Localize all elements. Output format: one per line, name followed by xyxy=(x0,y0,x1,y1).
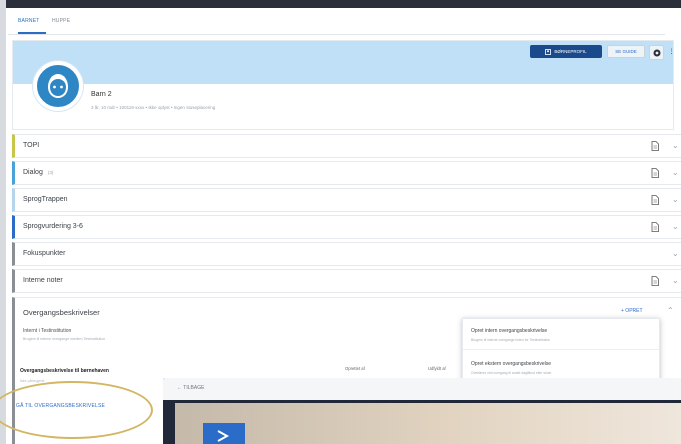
subsection-description: Brugers til interne overgange imellem Te… xyxy=(23,337,106,341)
boerneprofil-button[interactable]: BØRNEPROFIL xyxy=(530,45,602,58)
help-icon[interactable] xyxy=(649,45,664,60)
section-label: Dialog xyxy=(23,169,43,176)
back-button[interactable]: ← TILBAGE xyxy=(177,385,204,391)
section-fokuspunkter[interactable]: Fokuspunkter ⌄ xyxy=(12,242,681,266)
menu-item-ekstern-description: Overføres ved overgang til andet dagtilb… xyxy=(471,371,552,375)
document-icon[interactable] xyxy=(651,276,659,286)
active-tab-indicator xyxy=(18,32,46,34)
boerneprofil-label: BØRNEPROFIL xyxy=(554,49,587,54)
menu-divider xyxy=(463,349,659,350)
more-menu-icon[interactable]: ⋮ xyxy=(665,45,678,58)
chevron-down-icon[interactable]: ⌄ xyxy=(672,222,679,231)
child-name: Barn 2 xyxy=(91,91,112,98)
section-dialog[interactable]: Dialog (3) ⌄ xyxy=(12,161,681,185)
child-avatar-icon xyxy=(48,74,68,98)
video-thumbnail xyxy=(175,403,681,444)
chevron-down-icon[interactable]: ⌄ xyxy=(672,141,679,150)
section-topi[interactable]: TOPI ⌄ xyxy=(12,134,681,158)
section-label: Fokuspunkter xyxy=(23,250,66,257)
section-label: TOPI xyxy=(23,142,40,149)
child-header-card: BØRNEPROFIL SE GUIDE ⋮ Barn 2 3 år, 10 m… xyxy=(12,40,675,130)
column-header-oprettet: Oprettet af xyxy=(345,366,365,371)
child-meta: 3 år, 10 mdr • 100119-xxxx • Ikke oplyst… xyxy=(91,105,216,110)
document-icon[interactable] xyxy=(651,195,659,205)
subsection-title: Internt i Testinstitution xyxy=(23,328,72,334)
chevron-down-icon[interactable]: ⌄ xyxy=(672,168,679,177)
section-label: Sprogvurdering 3-6 xyxy=(23,223,83,230)
section-sprogvurdering[interactable]: Sprogvurdering 3-6 ⌄ xyxy=(12,215,681,239)
play-button[interactable] xyxy=(203,423,245,444)
column-header-udfyldt: Udfyldt af xyxy=(428,366,446,371)
opret-button[interactable]: + OPRET xyxy=(621,308,643,314)
section-interne-noter[interactable]: Interne noter ⌄ xyxy=(12,269,681,293)
chevron-down-icon[interactable]: ⌄ xyxy=(672,195,679,204)
video-overlay: ← TILBAGE xyxy=(163,378,681,444)
section-label: Interne noter xyxy=(23,277,63,284)
document-icon[interactable] xyxy=(651,168,659,178)
profile-icon xyxy=(545,48,552,55)
menu-item-intern-description: Brugers til interne overgange inden for … xyxy=(471,338,551,342)
avatar xyxy=(33,61,83,111)
tab-huppe[interactable]: HUPPE xyxy=(52,18,70,24)
video-toolbar: ← TILBAGE xyxy=(163,378,681,400)
count-badge: (3) xyxy=(47,170,54,175)
row-title: Overgangsbeskrivelse til børnehaven xyxy=(20,368,109,374)
tab-barnet[interactable]: BARNET xyxy=(18,18,39,24)
menu-item-intern[interactable]: Opret intern overgangsbeskrivelse xyxy=(471,328,547,334)
se-guide-button[interactable]: SE GUIDE xyxy=(607,45,645,58)
header-banner: BØRNEPROFIL SE GUIDE ⋮ xyxy=(13,41,675,84)
chevron-down-icon[interactable]: ⌄ xyxy=(672,249,679,258)
tabs-bar: BARNET HUPPE xyxy=(8,10,665,35)
opret-dropdown-menu: Opret intern overgangsbeskrivelse Bruger… xyxy=(462,318,660,384)
section-title: Overgangsbeskrivelser xyxy=(23,308,100,317)
chevron-up-icon[interactable]: ⌃ xyxy=(667,306,674,315)
menu-item-ekstern[interactable]: Opret ekstern overgangsbeskrivelse xyxy=(471,361,551,367)
document-icon[interactable] xyxy=(651,222,659,232)
left-rail xyxy=(0,0,6,444)
top-bar xyxy=(0,0,681,8)
section-sprogtrappen[interactable]: SprogTrappen ⌄ xyxy=(12,188,681,212)
chevron-right-icon xyxy=(217,430,230,442)
app-window: BARNET HUPPE BØRNEPROFIL SE GUIDE ⋮ Barn… xyxy=(0,0,681,444)
document-icon[interactable] xyxy=(651,141,659,151)
chevron-down-icon[interactable]: ⌄ xyxy=(672,276,679,285)
section-label: SprogTrappen xyxy=(23,196,68,203)
